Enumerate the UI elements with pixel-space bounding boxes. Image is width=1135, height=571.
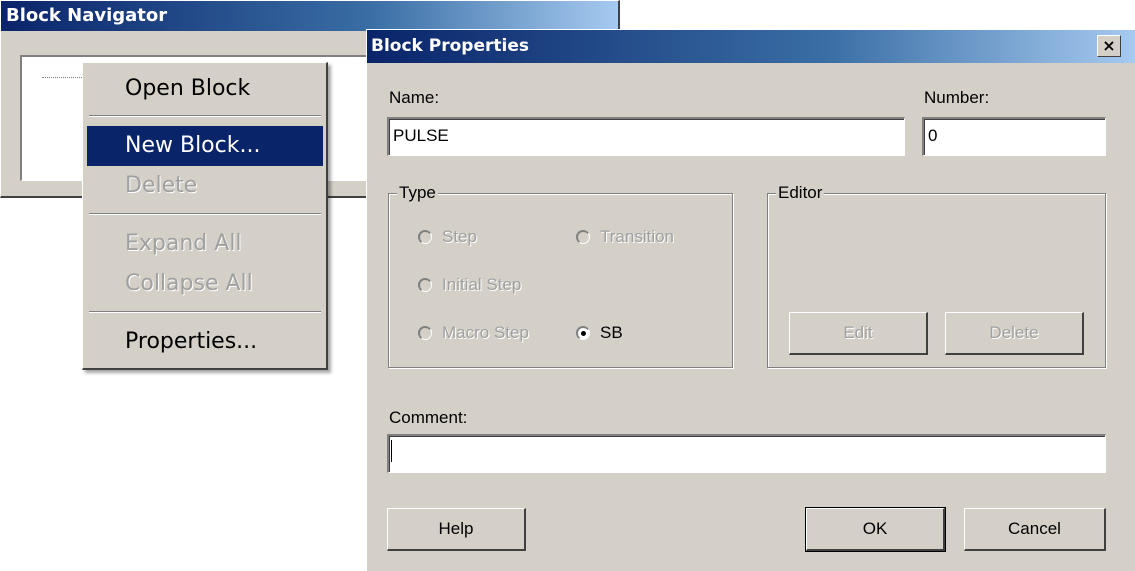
radio-macro-step-button[interactable] (418, 326, 432, 340)
navigator-title: Block Navigator (6, 5, 168, 26)
help-button[interactable]: Help (387, 508, 526, 551)
name-label: Name: (389, 88, 440, 107)
edit-button[interactable]: Edit (789, 312, 928, 355)
radio-initial-step-button[interactable] (418, 278, 432, 292)
name-input[interactable]: PULSE (387, 117, 905, 156)
radio-transition-button[interactable] (576, 230, 590, 244)
number-label: Number: (924, 88, 990, 107)
radio-initial-step[interactable]: Initial Step (418, 274, 521, 296)
close-button[interactable]: × (1097, 35, 1121, 57)
radio-step-button[interactable] (418, 230, 432, 244)
radio-step[interactable]: Step (418, 226, 477, 248)
radio-macro-step-label: Macro Step (442, 323, 529, 342)
radio-transition-label: Transition (600, 227, 675, 246)
radio-step-label: Step (442, 227, 477, 246)
cancel-button[interactable]: Cancel (964, 508, 1106, 551)
radio-macro-step[interactable]: Macro Step (418, 322, 529, 344)
radio-initial-step-label: Initial Step (442, 275, 522, 294)
editor-delete-button[interactable]: Delete (945, 312, 1084, 355)
comment-label: Comment: (389, 408, 468, 427)
menu-separator (89, 311, 321, 313)
number-input[interactable]: 0 (922, 117, 1106, 156)
menu-item-new-block[interactable]: New Block... (87, 126, 323, 166)
menu-item-open-block[interactable]: Open Block (87, 69, 323, 109)
dialog-title-bar[interactable]: Block Properties × (367, 30, 1135, 63)
context-menu: Open Block New Block... Delete Expand Al… (82, 62, 328, 370)
radio-sb[interactable]: SB (576, 322, 623, 344)
menu-item-properties[interactable]: Properties... (87, 322, 323, 362)
type-group-title: Type (397, 183, 438, 203)
menu-item-collapse-all[interactable]: Collapse All (87, 264, 323, 304)
text-cursor (391, 440, 392, 462)
editor-group-title: Editor (776, 183, 825, 203)
navigator-title-bar[interactable]: Block Navigator (1, 1, 618, 31)
menu-separator (89, 115, 321, 117)
menu-separator (89, 213, 321, 215)
radio-sb-button[interactable] (576, 326, 590, 340)
comment-input[interactable] (387, 434, 1106, 473)
radio-transition[interactable]: Transition (576, 226, 674, 248)
ok-button[interactable]: OK (805, 507, 946, 552)
radio-sb-label: SB (600, 323, 623, 342)
menu-item-delete[interactable]: Delete (87, 166, 323, 206)
menu-item-expand-all[interactable]: Expand All (87, 224, 323, 264)
dialog-title: Block Properties (371, 36, 529, 56)
